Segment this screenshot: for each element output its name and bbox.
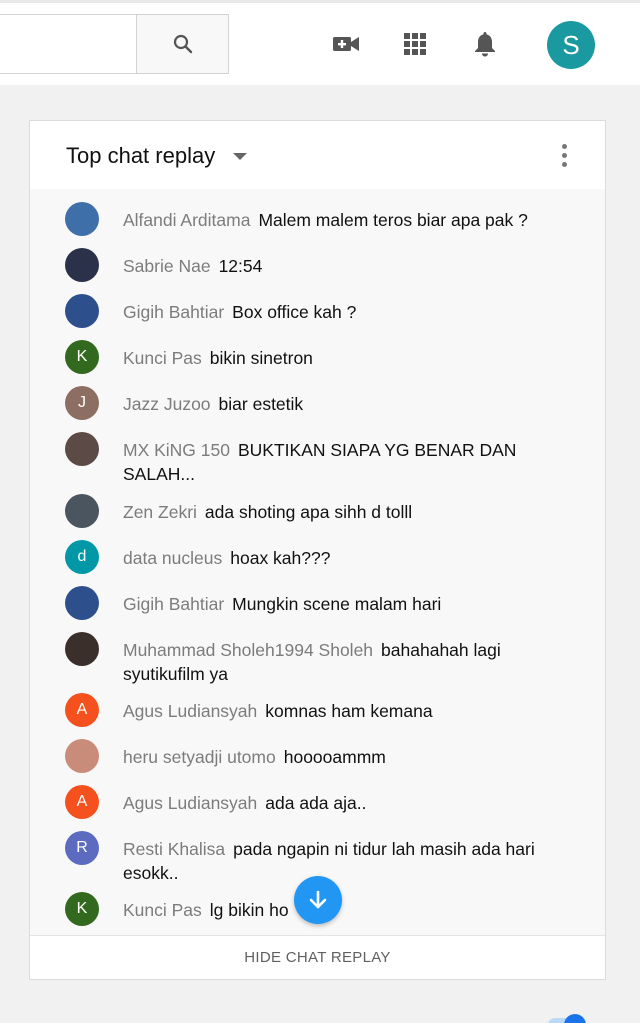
hide-chat-replay-label: HIDE CHAT REPLAY — [244, 949, 391, 966]
below-fold-text — [30, 1015, 110, 1023]
hide-chat-replay-button[interactable]: HIDE CHAT REPLAY — [30, 935, 605, 979]
message-content: Resti Khalisa pada ngapin ni tidur lah ma… — [123, 837, 583, 885]
message-text: bikin sinetron — [209, 348, 313, 368]
account-avatar-letter: S — [562, 29, 580, 60]
author-avatar[interactable] — [65, 494, 99, 528]
author-avatar[interactable]: d — [65, 540, 99, 574]
message-content: Muhammad Sholeh1994 Sholeh bahahahah lagi… — [123, 638, 583, 686]
message-content: MX KiNG 150 BUKTIKAN SIAPA YG BENAR DAN S… — [123, 438, 583, 486]
author-name[interactable]: Gigih Bahtiar — [123, 594, 224, 614]
toggle-knob — [564, 1014, 586, 1023]
author-avatar[interactable] — [65, 586, 99, 620]
author-avatar[interactable]: K — [65, 340, 99, 374]
message-content: Kunci Pas bikin sinetron — [123, 346, 583, 370]
message-content: Agus Ludiansyah ada ada aja.. — [123, 791, 583, 815]
author-avatar[interactable] — [65, 739, 99, 773]
top-bar: S — [0, 0, 640, 85]
author-name[interactable]: Muhammad Sholeh1994 Sholeh — [123, 640, 373, 660]
notifications-button[interactable] — [465, 22, 505, 66]
author-name[interactable]: Resti Khalisa — [123, 839, 225, 859]
message-content: Alfandi Arditama Malem malem teros biar a… — [123, 208, 583, 232]
author-name[interactable]: Kunci Pas — [123, 900, 202, 920]
search-button[interactable] — [136, 14, 229, 74]
author-name[interactable]: Kunci Pas — [123, 348, 202, 368]
message-content: data nucleus hoax kah??? — [123, 546, 583, 570]
author-name[interactable]: heru setyadji utomo — [123, 747, 276, 767]
message-text: Box office kah ? — [232, 302, 357, 322]
author-avatar[interactable]: R — [65, 831, 99, 865]
message-text: komnas ham kemana — [265, 701, 433, 721]
author-avatar[interactable]: J — [65, 386, 99, 420]
message-content: Gigih Bahtiar Mungkin scene malam hari — [123, 592, 583, 616]
author-avatar[interactable]: K — [65, 892, 99, 926]
account-avatar-button[interactable]: S — [547, 21, 595, 69]
message-text: lg bikin ho — [209, 900, 289, 920]
chat-panel: Top chat replay Alfandi Arditama Malem ma… — [29, 120, 606, 980]
chat-mode-dropdown[interactable]: Top chat replay — [30, 121, 270, 189]
chat-message-list[interactable]: Alfandi Arditama Malem malem teros biar a… — [30, 189, 605, 935]
scroll-to-bottom-button[interactable] — [294, 876, 342, 924]
author-avatar[interactable] — [65, 432, 99, 466]
author-avatar[interactable]: A — [65, 693, 99, 727]
more-vert-icon-dot — [562, 162, 567, 167]
message-content: Sabrie Nae 12:54 — [123, 254, 583, 278]
tab-strip-edge — [0, 0, 640, 3]
author-avatar[interactable] — [65, 294, 99, 328]
author-name[interactable]: data nucleus — [123, 548, 222, 568]
chat-header: Top chat replay — [30, 121, 605, 189]
author-avatar[interactable] — [65, 202, 99, 236]
author-avatar[interactable]: A — [65, 785, 99, 819]
arrow-down-icon — [309, 890, 327, 909]
message-content: Jazz Juzoo biar estetik — [123, 392, 583, 416]
message-text: Malem malem teros biar apa pak ? — [258, 210, 528, 230]
message-text: Mungkin scene malam hari — [232, 594, 442, 614]
message-text: 12:54 — [218, 256, 263, 276]
message-text: ada shoting apa sihh d tolll — [204, 502, 413, 522]
message-content: heru setyadji utomo hooooammm — [123, 745, 583, 769]
author-name[interactable]: Agus Ludiansyah — [123, 701, 257, 721]
author-name[interactable]: MX KiNG 150 — [123, 440, 230, 460]
author-name[interactable]: Gigih Bahtiar — [123, 302, 224, 322]
bell-icon — [475, 32, 495, 57]
author-avatar[interactable] — [65, 632, 99, 666]
more-vert-icon-dot — [562, 144, 567, 149]
message-text: hooooammm — [283, 747, 386, 767]
create-video-button[interactable] — [326, 22, 366, 66]
apps-button[interactable] — [395, 22, 435, 66]
message-text: biar estetik — [218, 394, 304, 414]
author-name[interactable]: Sabrie Nae — [123, 256, 211, 276]
author-name[interactable]: Jazz Juzoo — [123, 394, 211, 414]
search-icon — [173, 34, 192, 54]
message-content: Gigih Bahtiar Box office kah ? — [123, 300, 583, 324]
author-name[interactable]: Zen Zekri — [123, 502, 197, 522]
search-input[interactable] — [0, 14, 138, 74]
more-options-button[interactable] — [550, 141, 578, 171]
author-name[interactable]: Alfandi Arditama — [123, 210, 250, 230]
message-content: Kunci Pas lg bikin ho — [123, 898, 583, 922]
apps-grid-icon — [404, 33, 426, 55]
video-camera-plus-icon — [333, 37, 359, 51]
message-content: Zen Zekri ada shoting apa sihh d tolll — [123, 500, 583, 524]
message-text: hoax kah??? — [230, 548, 331, 568]
author-avatar[interactable] — [65, 248, 99, 282]
dropdown-caret-icon — [233, 153, 247, 160]
message-text: ada ada aja.. — [265, 793, 367, 813]
chat-title: Top chat replay — [66, 143, 216, 168]
more-vert-icon-dot — [562, 153, 567, 158]
message-content: Agus Ludiansyah komnas ham kemana — [123, 699, 583, 723]
autoplay-toggle[interactable] — [548, 1012, 598, 1023]
author-name[interactable]: Agus Ludiansyah — [123, 793, 257, 813]
